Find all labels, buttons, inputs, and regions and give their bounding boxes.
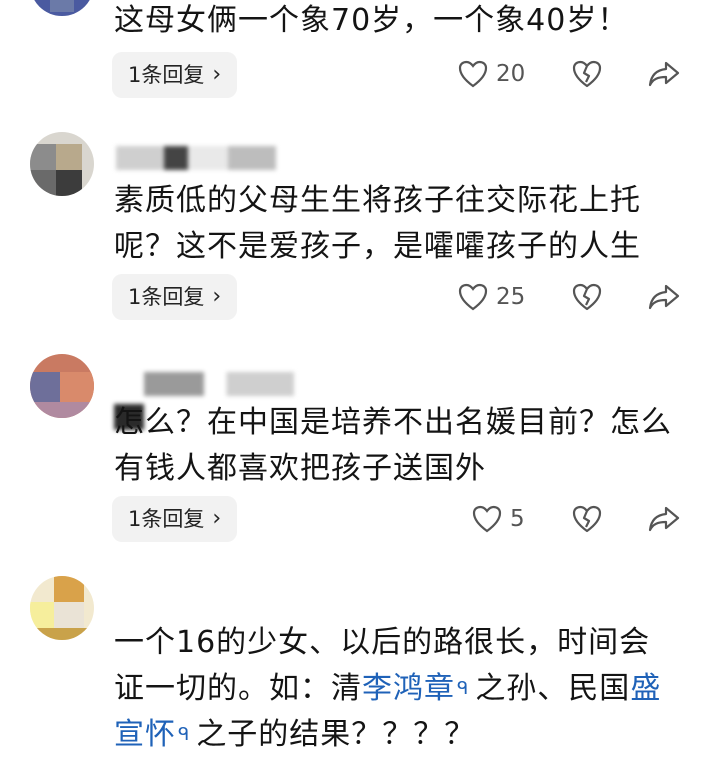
share-button[interactable] <box>648 505 680 533</box>
search-icon[interactable]: ᑫ <box>457 678 469 699</box>
avatar[interactable] <box>30 132 94 196</box>
broken-heart-icon <box>572 283 602 311</box>
share-arrow-icon <box>648 506 680 532</box>
dislike-button[interactable] <box>572 505 602 533</box>
reply-button[interactable]: 1条回复 › <box>112 52 238 98</box>
reply-label: 1条回复 <box>128 507 205 531</box>
broken-heart-icon <box>572 505 602 533</box>
like-count: 5 <box>510 506 525 532</box>
reply-label: 1条回复 <box>128 285 205 309</box>
comment-text: 这母女俩一个象70岁，一个象40岁！ <box>114 3 629 38</box>
like-button[interactable]: 25 <box>458 283 525 311</box>
like-button[interactable]: 5 <box>472 505 525 533</box>
avatar[interactable] <box>30 576 94 640</box>
share-button[interactable] <box>648 60 680 88</box>
dislike-button[interactable] <box>572 283 602 311</box>
avatar[interactable] <box>30 0 94 16</box>
like-count: 20 <box>496 61 526 87</box>
like-button[interactable]: 20 <box>458 60 525 88</box>
heart-outline-icon <box>458 283 488 311</box>
comment-text: 素质低的父母生生将孩子往交际花上托呢？这不是爱孩子，是嚯嚯孩子的人生 <box>114 183 641 264</box>
reply-button[interactable]: 1条回复 › <box>112 496 238 542</box>
comment-text: 一个16的少女、以后的路很长，时间会证一切的。如：清李鸿章 ᑫ 之孙、民国盛宣怀 ᑫ 之… <box>114 620 674 758</box>
reply-label: 1条回复 <box>128 63 205 87</box>
username-redacted <box>116 146 276 170</box>
comment-text-part: 之子的结果？？？？ <box>196 717 476 752</box>
dislike-button[interactable] <box>572 60 602 88</box>
broken-heart-icon <box>572 60 602 88</box>
username-redacted <box>144 372 294 396</box>
search-link-li-hongzhang[interactable]: 李鸿章 <box>362 671 455 706</box>
like-count: 25 <box>496 284 526 310</box>
share-arrow-icon <box>648 284 680 310</box>
comment-text-part: 之孙、民国 <box>475 671 631 706</box>
chevron-right-icon: › <box>212 506 222 531</box>
chevron-right-icon: › <box>212 62 222 87</box>
heart-outline-icon <box>458 60 488 88</box>
share-button[interactable] <box>648 283 680 311</box>
share-arrow-icon <box>648 61 680 87</box>
heart-outline-icon <box>472 505 502 533</box>
avatar[interactable] <box>30 354 94 418</box>
comment-text: 怎么？在中国是培养不出名媛目前？怎么有钱人都喜欢把孩子送国外 <box>114 405 672 486</box>
reply-button[interactable]: 1条回复 › <box>112 274 238 320</box>
chevron-right-icon: › <box>212 284 222 309</box>
search-icon[interactable]: ᑫ <box>178 724 190 745</box>
